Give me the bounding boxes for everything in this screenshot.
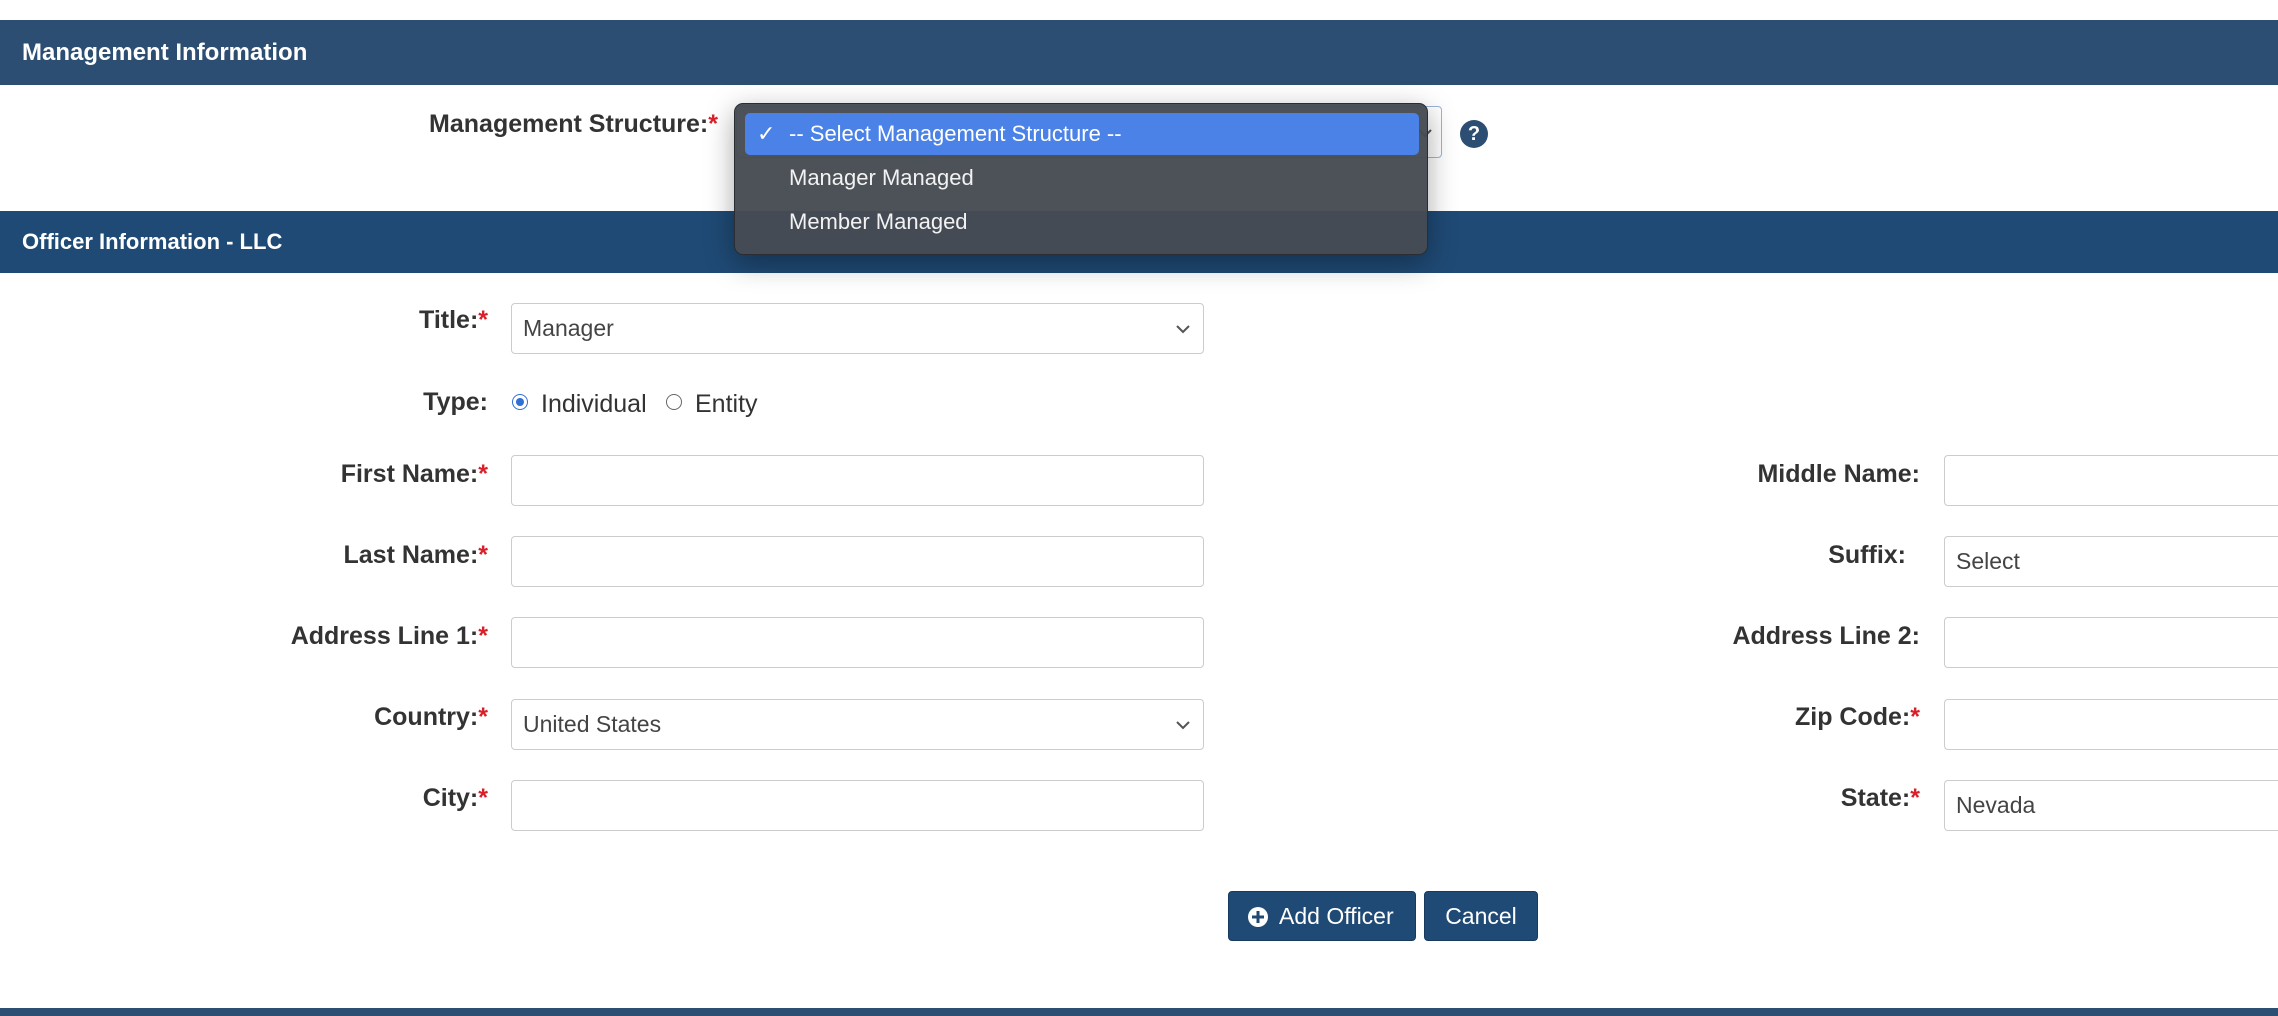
help-icon[interactable]: ?: [1460, 120, 1488, 148]
chevron-down-icon: [1176, 721, 1190, 730]
address-line-2-input[interactable]: [1944, 617, 2278, 668]
middle-name-label: Middle Name:: [1757, 460, 1920, 488]
dropdown-option-member-managed[interactable]: Member Managed: [745, 201, 1419, 243]
dropdown-option-manager-managed[interactable]: Manager Managed: [745, 157, 1419, 199]
type-label: Type:: [423, 388, 488, 416]
last-name-input[interactable]: [511, 536, 1204, 587]
city-input[interactable]: [511, 780, 1204, 831]
last-name-label: Last Name:*: [343, 541, 489, 569]
suffix-label: Suffix:: [1828, 541, 1906, 569]
type-individual-label[interactable]: Individual: [541, 390, 647, 419]
zip-code-label: Zip Code:*: [1795, 703, 1920, 731]
checkmark-icon: ✓: [757, 121, 776, 146]
type-individual-radio[interactable]: [512, 394, 528, 410]
management-structure-label: Management Structure:*: [429, 110, 718, 138]
title-select[interactable]: Manager: [511, 303, 1204, 354]
chevron-down-icon: [1176, 325, 1190, 334]
address-line-2-label: Address Line 2:: [1732, 622, 1920, 650]
middle-name-input[interactable]: [1944, 455, 2278, 506]
country-label: Country:*: [374, 703, 488, 731]
type-entity-label[interactable]: Entity: [695, 390, 758, 419]
management-section-header: Management Information: [0, 20, 2278, 85]
title-label: Title:*: [419, 306, 488, 334]
first-name-input[interactable]: [511, 455, 1204, 506]
country-select[interactable]: United States: [511, 699, 1204, 750]
cancel-button[interactable]: Cancel: [1424, 891, 1538, 941]
plus-circle-icon: [1248, 907, 1268, 927]
add-officer-button[interactable]: Add Officer: [1228, 891, 1416, 941]
state-label: State:*: [1840, 784, 1920, 812]
zip-code-input[interactable]: [1944, 699, 2278, 750]
city-label: City:*: [422, 784, 488, 812]
management-structure-dropdown[interactable]: ✓ -- Select Management Structure -- Mana…: [734, 103, 1428, 255]
dropdown-option-select[interactable]: ✓ -- Select Management Structure --: [745, 113, 1419, 155]
suffix-select[interactable]: Select: [1944, 536, 2278, 587]
footer-bar: [0, 1008, 2278, 1016]
officer-section-title: Officer Information - LLC: [22, 229, 283, 254]
type-entity-radio[interactable]: [666, 394, 682, 410]
management-section-title: Management Information: [22, 39, 308, 66]
address-line-1-input[interactable]: [511, 617, 1204, 668]
state-select[interactable]: Nevada: [1944, 780, 2278, 831]
address-line-1-label: Address Line 1:*: [290, 622, 488, 650]
first-name-label: First Name:*: [340, 460, 488, 488]
